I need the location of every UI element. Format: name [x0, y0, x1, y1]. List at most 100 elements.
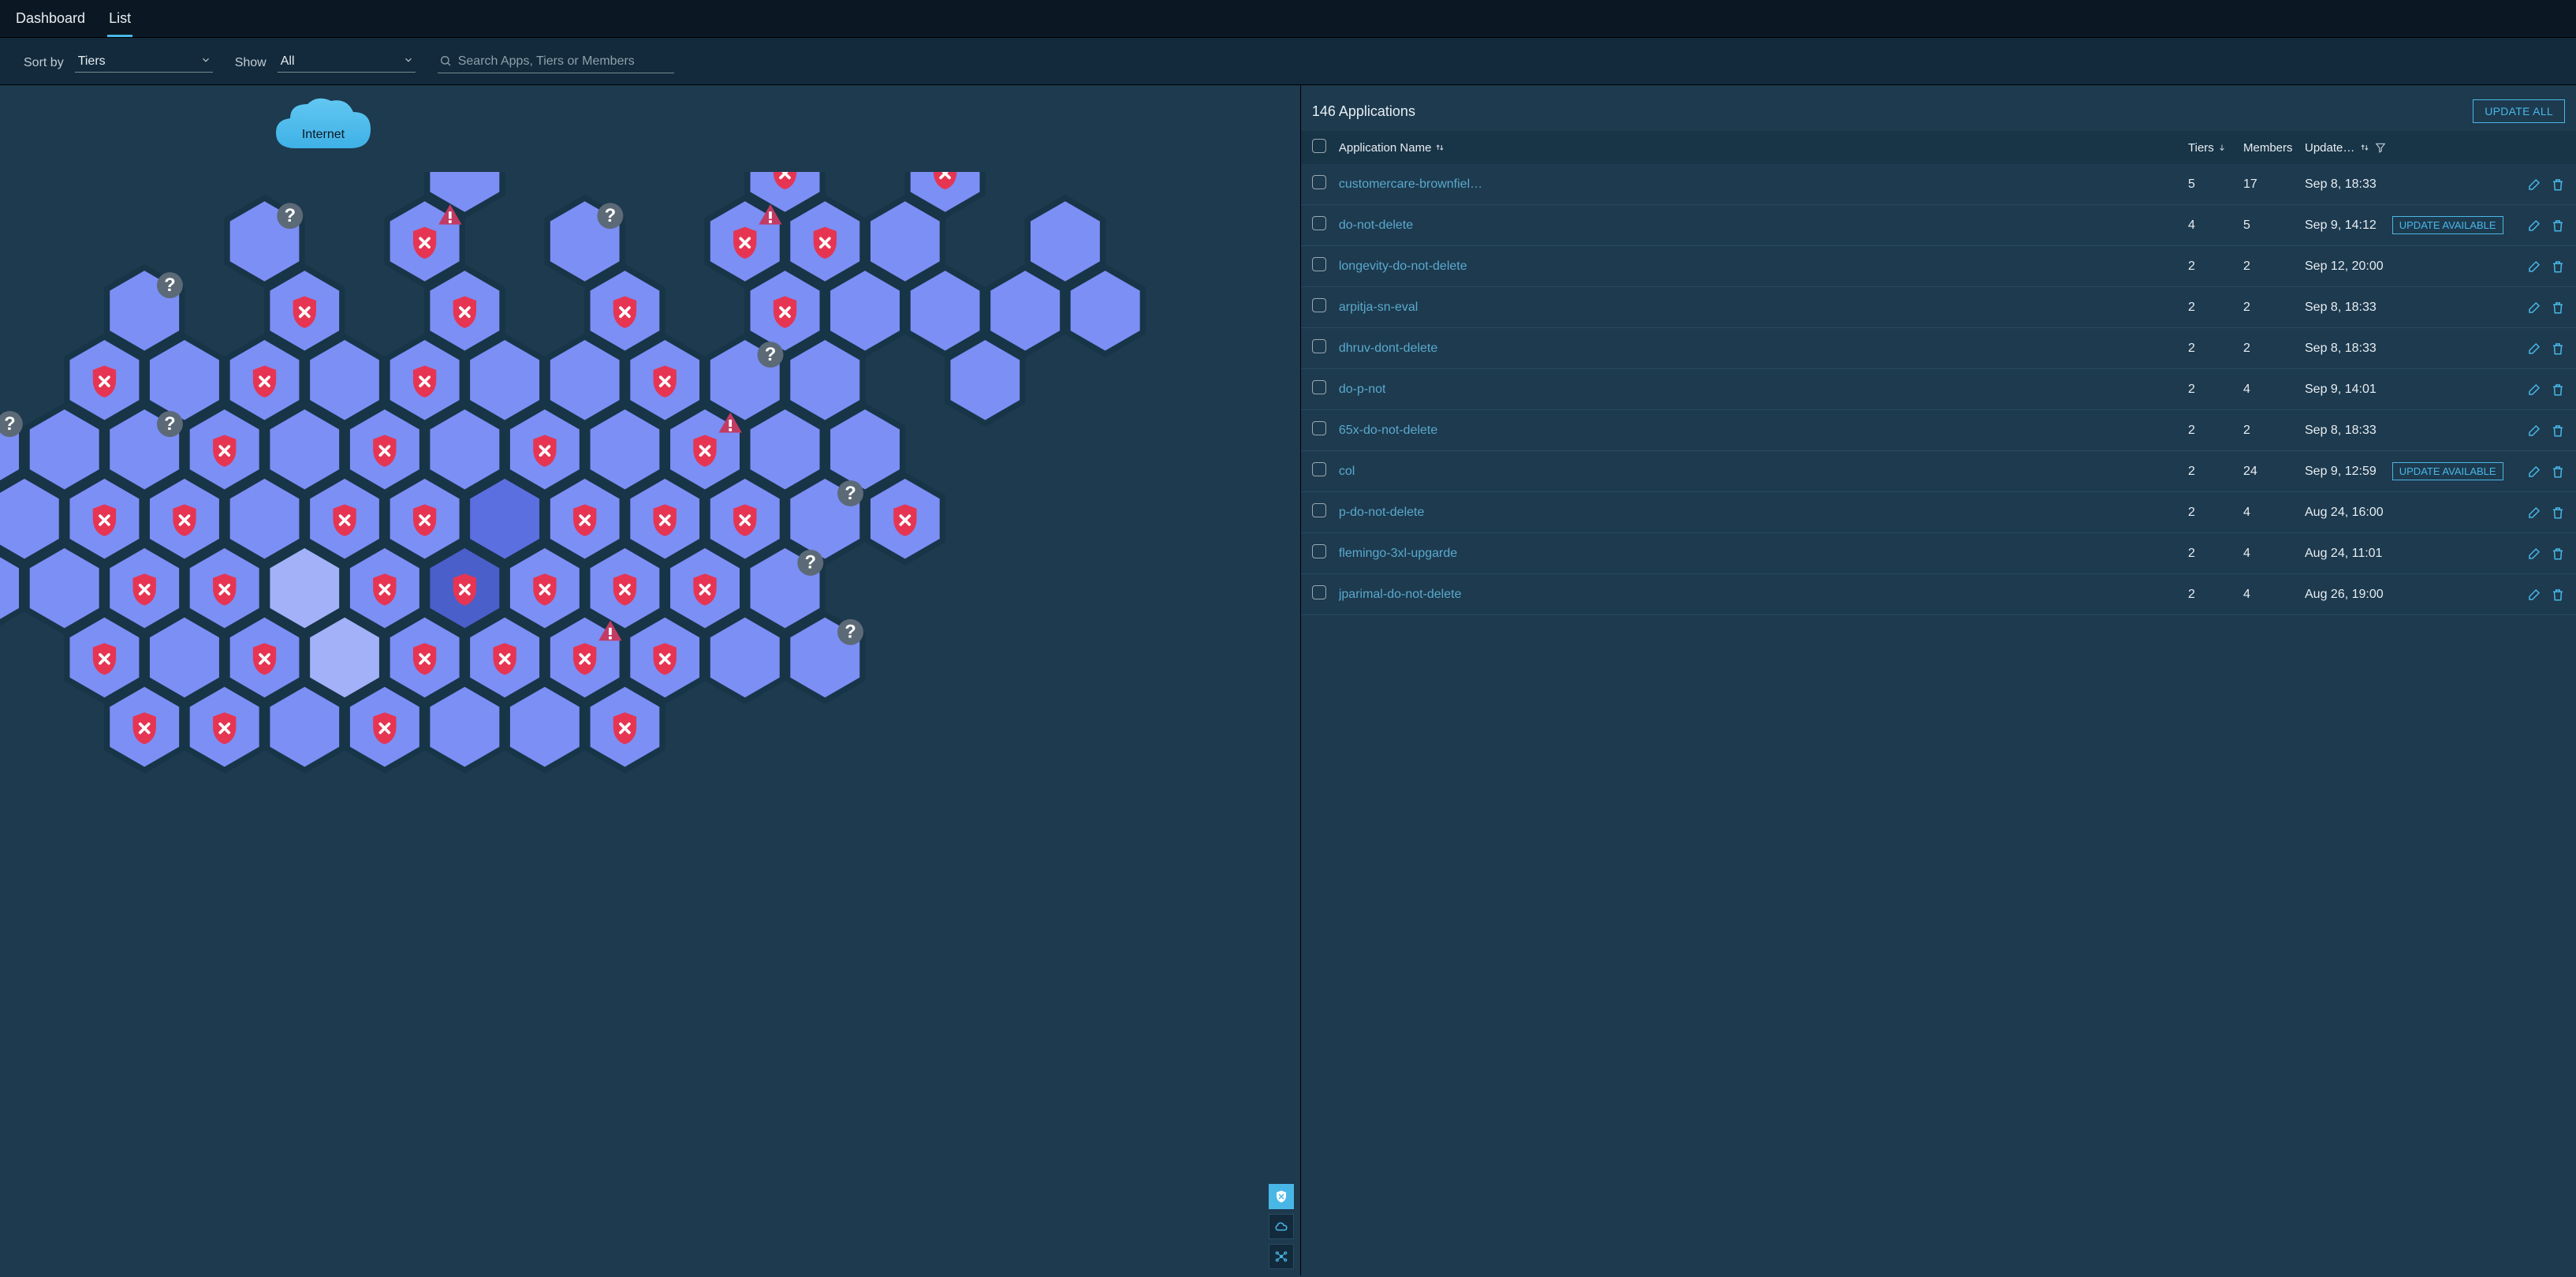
filter-bar: Sort by Tiers Show All: [0, 38, 2576, 85]
search-input[interactable]: [457, 54, 673, 69]
row-checkbox[interactable]: [1312, 544, 1326, 558]
tool-shield-button[interactable]: [1269, 1184, 1294, 1209]
filter-icon[interactable]: [2375, 142, 2386, 153]
col-application-name[interactable]: Application Name: [1339, 141, 2188, 155]
sort-by-select[interactable]: Tiers: [75, 53, 213, 73]
delete-icon[interactable]: [2551, 506, 2565, 520]
hex-node[interactable]: [908, 267, 982, 354]
delete-icon[interactable]: [2551, 465, 2565, 479]
hex-node[interactable]: [147, 614, 222, 701]
hex-node[interactable]: [507, 684, 582, 771]
app-link[interactable]: 65x-do-not-delete: [1339, 424, 1437, 438]
app-link[interactable]: dhruv-dont-delete: [1339, 342, 1437, 356]
svg-text:?: ?: [164, 274, 176, 296]
hex-node[interactable]: [1027, 198, 1102, 285]
hex-node[interactable]: [867, 198, 942, 285]
hex-node[interactable]: [788, 337, 863, 424]
topology-panel[interactable]: Internet ??????????: [0, 85, 1301, 1275]
row-checkbox[interactable]: [1312, 175, 1326, 189]
row-checkbox[interactable]: [1312, 380, 1326, 394]
app-link[interactable]: arpitja-sn-eval: [1339, 301, 1418, 315]
hex-node[interactable]: [27, 545, 102, 632]
hex-node[interactable]: [267, 684, 342, 771]
delete-icon[interactable]: [2551, 218, 2565, 233]
app-link[interactable]: jparimal-do-not-delete: [1339, 588, 1462, 602]
app-link[interactable]: longevity-do-not-delete: [1339, 260, 1467, 274]
tool-cloud-button[interactable]: [1269, 1214, 1294, 1239]
edit-icon[interactable]: [2527, 301, 2541, 315]
members-value: 5: [2243, 218, 2305, 233]
col-tiers[interactable]: Tiers: [2188, 141, 2243, 155]
app-link[interactable]: flemingo-3xl-upgarde: [1339, 547, 1457, 561]
app-link[interactable]: do-p-not: [1339, 383, 1386, 397]
edit-icon[interactable]: [2527, 465, 2541, 479]
members-value: 2: [2243, 260, 2305, 274]
row-checkbox[interactable]: [1312, 421, 1326, 435]
tool-graph-button[interactable]: [1269, 1244, 1294, 1269]
tab-list[interactable]: List: [107, 2, 132, 37]
app-link[interactable]: customercare-brownfiel…: [1339, 177, 1482, 192]
row-checkbox[interactable]: [1312, 503, 1326, 517]
hex-node[interactable]: [547, 337, 622, 424]
hex-node[interactable]: [147, 337, 222, 424]
app-link[interactable]: col: [1339, 465, 1355, 479]
edit-icon[interactable]: [2527, 547, 2541, 561]
hex-node[interactable]: [988, 267, 1063, 354]
delete-icon[interactable]: [2551, 342, 2565, 356]
delete-icon[interactable]: [2551, 424, 2565, 438]
edit-icon[interactable]: [2527, 177, 2541, 192]
hex-node[interactable]: [467, 476, 542, 562]
hex-node[interactable]: [707, 614, 782, 701]
update-all-button[interactable]: UPDATE ALL: [2473, 99, 2565, 123]
edit-icon[interactable]: [2527, 588, 2541, 602]
hex-node[interactable]: [827, 267, 902, 354]
hex-node[interactable]: [427, 406, 502, 493]
row-checkbox[interactable]: [1312, 216, 1326, 230]
col-updated[interactable]: Update…: [2305, 141, 2518, 155]
hex-node[interactable]: [587, 406, 662, 493]
hex-node[interactable]: [267, 545, 342, 632]
hex-node[interactable]: [948, 337, 1023, 424]
tab-dashboard[interactable]: Dashboard: [14, 2, 87, 37]
delete-icon[interactable]: [2551, 301, 2565, 315]
row-checkbox[interactable]: [1312, 585, 1326, 599]
updated-value: Aug 24, 11:01: [2305, 547, 2382, 561]
hex-node[interactable]: [1068, 267, 1143, 354]
edit-icon[interactable]: [2527, 342, 2541, 356]
hex-node[interactable]: [267, 406, 342, 493]
delete-icon[interactable]: [2551, 547, 2565, 561]
hex-node[interactable]: [307, 614, 382, 701]
hex-node[interactable]: [427, 684, 502, 771]
hex-map[interactable]: ??????????: [0, 172, 1300, 981]
delete-icon[interactable]: [2551, 177, 2565, 192]
sort-by-value: Tiers: [78, 54, 106, 68]
app-link[interactable]: p-do-not-delete: [1339, 506, 1425, 520]
row-checkbox[interactable]: [1312, 257, 1326, 271]
show-select[interactable]: All: [278, 53, 416, 73]
members-value: 4: [2243, 588, 2305, 602]
edit-icon[interactable]: [2527, 218, 2541, 233]
app-link[interactable]: do-not-delete: [1339, 218, 1413, 233]
hex-node[interactable]: [27, 406, 102, 493]
hex-node[interactable]: [827, 406, 902, 493]
hex-node[interactable]: [467, 337, 542, 424]
edit-icon[interactable]: [2527, 424, 2541, 438]
delete-icon[interactable]: [2551, 260, 2565, 274]
update-available-badge: UPDATE AVAILABLE: [2392, 216, 2503, 234]
col-members[interactable]: Members: [2243, 141, 2305, 155]
members-value: 2: [2243, 301, 2305, 315]
row-checkbox[interactable]: [1312, 339, 1326, 353]
hex-node[interactable]: [747, 406, 822, 493]
edit-icon[interactable]: [2527, 506, 2541, 520]
delete-icon[interactable]: [2551, 588, 2565, 602]
edit-icon[interactable]: [2527, 383, 2541, 397]
select-all-checkbox[interactable]: [1312, 139, 1326, 153]
delete-icon[interactable]: [2551, 383, 2565, 397]
row-checkbox[interactable]: [1312, 298, 1326, 312]
row-checkbox[interactable]: [1312, 462, 1326, 476]
edit-icon[interactable]: [2527, 260, 2541, 274]
hex-node[interactable]: [307, 337, 382, 424]
tiers-value: 2: [2188, 506, 2243, 520]
hex-node[interactable]: [227, 476, 302, 562]
search-field[interactable]: [438, 52, 674, 73]
